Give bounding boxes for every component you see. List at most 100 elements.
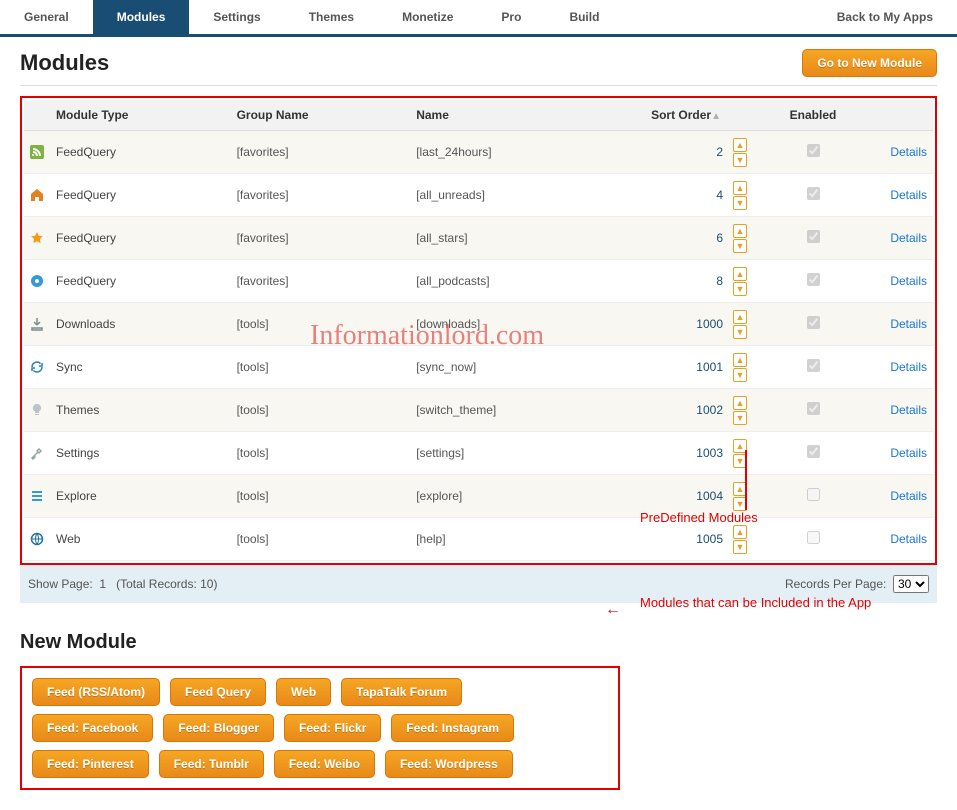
col-name[interactable]: Name bbox=[410, 100, 607, 131]
new-module-tapatalk-forum[interactable]: TapaTalk Forum bbox=[341, 678, 462, 706]
cell-sort-order: 4 bbox=[607, 174, 727, 217]
col-enabled[interactable]: Enabled bbox=[763, 100, 863, 131]
details-link[interactable]: Details bbox=[890, 145, 927, 159]
enabled-checkbox[interactable] bbox=[807, 402, 820, 415]
move-down-button[interactable]: ▼ bbox=[733, 411, 747, 425]
records-per-page-select[interactable]: 30 bbox=[893, 575, 929, 593]
enabled-checkbox[interactable] bbox=[807, 273, 820, 286]
table-row: Web[tools][help]1005▲ ▼Details bbox=[24, 518, 933, 561]
enabled-checkbox[interactable] bbox=[807, 144, 820, 157]
down-icon bbox=[24, 303, 50, 346]
enabled-checkbox[interactable] bbox=[807, 316, 820, 329]
new-module-feed-instagram[interactable]: Feed: Instagram bbox=[391, 714, 514, 742]
new-module-feed-pinterest[interactable]: Feed: Pinterest bbox=[32, 750, 149, 778]
details-link[interactable]: Details bbox=[890, 317, 927, 331]
tab-themes[interactable]: Themes bbox=[285, 0, 378, 34]
move-down-button[interactable]: ▼ bbox=[733, 368, 747, 382]
details-link[interactable]: Details bbox=[890, 188, 927, 202]
col-module-type[interactable]: Module Type bbox=[50, 100, 231, 131]
move-up-button[interactable]: ▲ bbox=[733, 396, 747, 410]
move-up-button[interactable]: ▲ bbox=[733, 310, 747, 324]
cell-name: [sync_now] bbox=[410, 346, 607, 389]
new-module-feed-facebook[interactable]: Feed: Facebook bbox=[32, 714, 153, 742]
cell-name: [last_24hours] bbox=[410, 131, 607, 174]
move-up-button[interactable]: ▲ bbox=[733, 224, 747, 238]
bulb-icon bbox=[24, 389, 50, 432]
move-up-button[interactable]: ▲ bbox=[733, 353, 747, 367]
go-to-new-module-button[interactable]: Go to New Module bbox=[802, 49, 937, 77]
tab-general[interactable]: General bbox=[0, 0, 93, 34]
move-up-button[interactable]: ▲ bbox=[733, 138, 747, 152]
move-down-button[interactable]: ▼ bbox=[733, 153, 747, 167]
cell-name: [settings] bbox=[410, 432, 607, 475]
annotation-line bbox=[745, 450, 747, 510]
pod-icon bbox=[24, 260, 50, 303]
col-sort-order[interactable]: Sort Order▲ bbox=[607, 100, 727, 131]
new-module-feed-wordpress[interactable]: Feed: Wordpress bbox=[385, 750, 513, 778]
rss-icon bbox=[24, 131, 50, 174]
details-link[interactable]: Details bbox=[890, 489, 927, 503]
current-page: 1 bbox=[99, 577, 106, 591]
tab-modules[interactable]: Modules bbox=[93, 0, 190, 34]
tools-icon bbox=[24, 432, 50, 475]
modules-table: Module Type Group Name Name Sort Order▲ … bbox=[24, 100, 933, 561]
cell-module-type: Sync bbox=[50, 346, 231, 389]
rpp-label: Records Per Page: bbox=[785, 577, 886, 591]
cell-group-name: [favorites] bbox=[231, 131, 411, 174]
details-link[interactable]: Details bbox=[890, 274, 927, 288]
new-module-feed-tumblr[interactable]: Feed: Tumblr bbox=[159, 750, 264, 778]
new-module-feed-weibo[interactable]: Feed: Weibo bbox=[274, 750, 375, 778]
enabled-checkbox[interactable] bbox=[807, 187, 820, 200]
enabled-checkbox[interactable] bbox=[807, 488, 820, 501]
new-module-feed-blogger[interactable]: Feed: Blogger bbox=[163, 714, 274, 742]
cell-module-type: Explore bbox=[50, 475, 231, 518]
cell-module-type: Settings bbox=[50, 432, 231, 475]
annotation-included: Modules that can be Included in the App bbox=[640, 595, 871, 610]
sync-icon bbox=[24, 346, 50, 389]
enabled-checkbox[interactable] bbox=[807, 531, 820, 544]
home-icon bbox=[24, 174, 50, 217]
move-down-button[interactable]: ▼ bbox=[733, 282, 747, 296]
move-down-button[interactable]: ▼ bbox=[733, 239, 747, 253]
cell-group-name: [favorites] bbox=[231, 260, 411, 303]
cell-module-type: Themes bbox=[50, 389, 231, 432]
tab-pro[interactable]: Pro bbox=[477, 0, 545, 34]
table-row: Downloads[tools][downloads]1000▲ ▼Detail… bbox=[24, 303, 933, 346]
move-up-button[interactable]: ▲ bbox=[733, 525, 747, 539]
page-title: Modules bbox=[20, 50, 109, 76]
new-module-feed-flickr[interactable]: Feed: Flickr bbox=[284, 714, 381, 742]
enabled-checkbox[interactable] bbox=[807, 359, 820, 372]
new-module-feed-query[interactable]: Feed Query bbox=[170, 678, 266, 706]
new-module-feed-rss-atom-[interactable]: Feed (RSS/Atom) bbox=[32, 678, 160, 706]
table-row: Sync[tools][sync_now]1001▲ ▼Details bbox=[24, 346, 933, 389]
tab-monetize[interactable]: Monetize bbox=[378, 0, 477, 34]
cell-module-type: FeedQuery bbox=[50, 131, 231, 174]
cell-name: [all_unreads] bbox=[410, 174, 607, 217]
details-link[interactable]: Details bbox=[890, 532, 927, 546]
table-row: FeedQuery[favorites][all_stars]6▲ ▼Detai… bbox=[24, 217, 933, 260]
enabled-checkbox[interactable] bbox=[807, 445, 820, 458]
show-page-label: Show Page: bbox=[28, 577, 93, 591]
col-group-name[interactable]: Group Name bbox=[231, 100, 411, 131]
modules-table-wrap: Module Type Group Name Name Sort Order▲ … bbox=[20, 96, 937, 565]
move-up-button[interactable]: ▲ bbox=[733, 181, 747, 195]
details-link[interactable]: Details bbox=[890, 360, 927, 374]
new-module-web[interactable]: Web bbox=[276, 678, 331, 706]
details-link[interactable]: Details bbox=[890, 446, 927, 460]
enabled-checkbox[interactable] bbox=[807, 230, 820, 243]
tab-settings[interactable]: Settings bbox=[189, 0, 284, 34]
move-down-button[interactable]: ▼ bbox=[733, 540, 747, 554]
tab-back-to-my-apps[interactable]: Back to My Apps bbox=[813, 0, 957, 34]
move-up-button[interactable]: ▲ bbox=[733, 267, 747, 281]
move-down-button[interactable]: ▼ bbox=[733, 196, 747, 210]
cell-group-name: [favorites] bbox=[231, 174, 411, 217]
cell-module-type: Web bbox=[50, 518, 231, 561]
nav-tabs: GeneralModulesSettingsThemesMonetizeProB… bbox=[0, 0, 957, 37]
move-down-button[interactable]: ▼ bbox=[733, 325, 747, 339]
cell-module-type: FeedQuery bbox=[50, 260, 231, 303]
details-link[interactable]: Details bbox=[890, 231, 927, 245]
tab-build[interactable]: Build bbox=[545, 0, 623, 34]
cell-sort-order: 1003 bbox=[607, 432, 727, 475]
details-link[interactable]: Details bbox=[890, 403, 927, 417]
cell-module-type: Downloads bbox=[50, 303, 231, 346]
